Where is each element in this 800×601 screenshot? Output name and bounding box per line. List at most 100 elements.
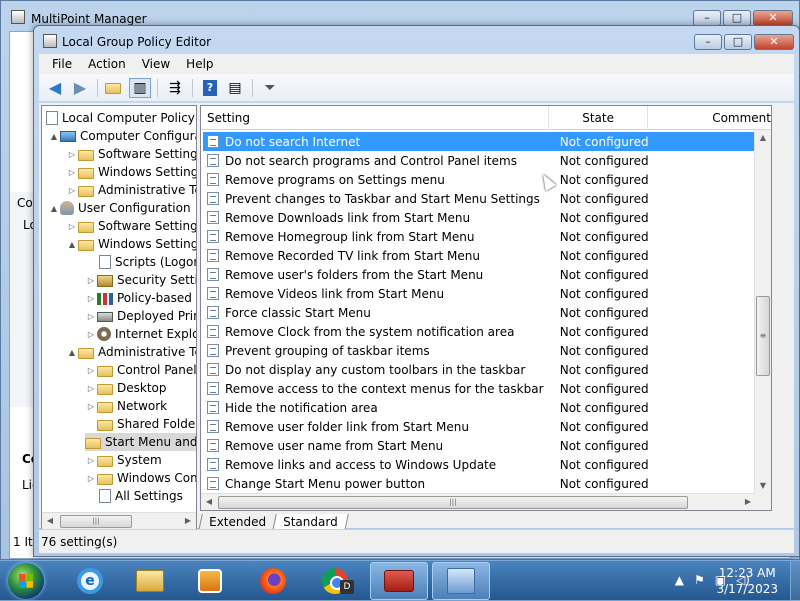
- chrome-icon[interactable]: D: [306, 562, 364, 600]
- export-list-icon[interactable]: ⇶: [164, 78, 186, 98]
- scroll-track[interactable]: |||: [217, 495, 740, 510]
- media-player-icon[interactable]: [181, 562, 239, 600]
- gpedit-titlebar[interactable]: Local Group Policy Editor – □ ✕: [34, 26, 799, 54]
- expand-arrow-icon[interactable]: ▷: [66, 168, 78, 177]
- internet-explorer-icon[interactable]: e: [61, 562, 119, 600]
- maximize-button[interactable]: □: [724, 34, 752, 50]
- tree-item-system[interactable]: ▷ System: [85, 451, 162, 469]
- scroll-up-arrow-icon[interactable]: ▲: [755, 130, 771, 146]
- table-row[interactable]: Do not display any custom toolbars in th…: [203, 360, 771, 379]
- tree-item-policy-based-qos[interactable]: ▷ Policy-based QoS: [85, 289, 196, 307]
- network-admin-icon[interactable]: [432, 562, 490, 600]
- clock[interactable]: 12:23 AM 3/17/2023: [716, 565, 778, 597]
- collapse-arrow-icon[interactable]: ▲: [66, 240, 78, 249]
- bg-close-button[interactable]: ✕: [753, 10, 793, 26]
- expand-arrow-icon[interactable]: ▷: [85, 402, 97, 411]
- column-header-comment[interactable]: Comment: [648, 106, 771, 130]
- expand-arrow-icon[interactable]: ▷: [85, 294, 97, 303]
- tree-item-scripts[interactable]: Scripts (Logon/Logoff): [85, 253, 196, 271]
- tree-item-deployed-printers[interactable]: ▷ Deployed Printers: [85, 307, 196, 325]
- table-row[interactable]: Remove programs on Settings menu Not conf…: [203, 170, 771, 189]
- column-header-setting[interactable]: Setting: [201, 106, 549, 130]
- firefox-icon[interactable]: [244, 562, 302, 600]
- expand-arrow-icon[interactable]: ▷: [85, 276, 97, 285]
- table-row[interactable]: Remove access to the context menus for t…: [203, 379, 771, 398]
- settings-list-pane[interactable]: Setting State Comment Do not search Inte…: [200, 105, 772, 511]
- table-row[interactable]: Do not search programs and Control Panel…: [203, 151, 771, 170]
- tree-item-local-computer-policy[interactable]: Local Computer Policy: [44, 109, 195, 127]
- table-row[interactable]: Remove user folder link from Start Menu N…: [203, 417, 771, 436]
- scroll-thumb[interactable]: |||: [218, 495, 688, 509]
- tree-item-windows-components[interactable]: ▷ Windows Components: [85, 469, 196, 487]
- table-row[interactable]: Change Start Menu power button Not config…: [203, 474, 771, 493]
- tree-item-administrative-templates[interactable]: ▷ Administrative Templates: [66, 181, 196, 199]
- tree-item-computer-configuration[interactable]: ▲ Computer Configuration: [48, 127, 196, 145]
- tree-item-start-menu-and-taskbar[interactable]: Start Menu and Taskbar: [85, 433, 196, 451]
- file-explorer-icon[interactable]: [121, 562, 179, 600]
- start-button[interactable]: [8, 563, 44, 599]
- tree-item-windows-settings[interactable]: ▷ Windows Settings: [66, 163, 196, 181]
- help-icon[interactable]: ?: [199, 78, 221, 98]
- table-row[interactable]: Force classic Start MenuNot configuredNo: [203, 303, 771, 322]
- close-button[interactable]: ✕: [754, 34, 794, 50]
- expand-arrow-icon[interactable]: ▷: [85, 456, 97, 465]
- collapse-arrow-icon[interactable]: ▲: [66, 348, 78, 357]
- menu-action[interactable]: Action: [80, 57, 134, 71]
- tree-item-user-windows-settings[interactable]: ▲ Windows Settings: [66, 235, 196, 253]
- show-desktop-button[interactable]: [790, 561, 800, 601]
- table-row[interactable]: Remove Videos link from Start Menu Not co…: [203, 284, 771, 303]
- bg-maximize-button[interactable]: □: [723, 10, 751, 26]
- collapse-arrow-icon[interactable]: ▲: [48, 132, 60, 141]
- scroll-left-arrow-icon[interactable]: ◀: [42, 513, 58, 529]
- menu-view[interactable]: View: [134, 57, 178, 71]
- list-horizontal-scrollbar[interactable]: ◀ ||| ▶: [201, 493, 756, 510]
- expand-arrow-icon[interactable]: ▷: [85, 474, 97, 483]
- menu-file[interactable]: File: [44, 57, 80, 71]
- bg-minimize-button[interactable]: –: [693, 10, 721, 26]
- tree-item-control-panel[interactable]: ▷ Control Panel: [85, 361, 196, 379]
- tree-item-network[interactable]: ▷ Network: [85, 397, 167, 415]
- filter-icon[interactable]: ⏷: [259, 78, 281, 98]
- properties-icon[interactable]: ▤: [224, 78, 246, 98]
- collapse-arrow-icon[interactable]: ▲: [48, 204, 60, 213]
- tree-horizontal-scrollbar[interactable]: ◀ ||| ▶: [42, 512, 196, 529]
- expand-arrow-icon[interactable]: ▷: [85, 366, 97, 375]
- scroll-right-arrow-icon[interactable]: ▶: [180, 513, 196, 529]
- tree-item-software-settings[interactable]: ▷ Software Settings: [66, 145, 196, 163]
- table-row[interactable]: Remove Downloads link from Start Menu Not…: [203, 208, 771, 227]
- expand-arrow-icon[interactable]: ▷: [85, 330, 97, 339]
- forward-arrow-icon[interactable]: ▶: [69, 78, 91, 98]
- table-row[interactable]: Prevent grouping of taskbar items Not con…: [203, 341, 771, 360]
- tree-item-user-software-settings[interactable]: ▷ Software Settings: [66, 217, 196, 235]
- show-hidden-icons-icon[interactable]: ▲: [675, 573, 684, 587]
- table-row[interactable]: Remove user's folders from the Start Men…: [203, 265, 771, 284]
- scroll-thumb[interactable]: ≡: [756, 296, 770, 376]
- scroll-left-arrow-icon[interactable]: ◀: [201, 494, 217, 510]
- table-row[interactable]: Do not search InternetNot configuredNo: [203, 132, 771, 151]
- scroll-thumb[interactable]: |||: [60, 514, 132, 528]
- tree-item-user-administrative-templates[interactable]: ▲ Administrative Templates: [66, 343, 196, 361]
- scroll-track[interactable]: |||: [58, 514, 180, 529]
- expand-arrow-icon[interactable]: ▷: [66, 150, 78, 159]
- show-hide-tree-icon[interactable]: ▥: [129, 77, 151, 98]
- toolbox-icon[interactable]: [370, 562, 428, 600]
- tree-item-user-configuration[interactable]: ▲ User Configuration: [48, 199, 191, 217]
- table-row[interactable]: Remove Recorded TV link from Start Menu N…: [203, 246, 771, 265]
- expand-arrow-icon[interactable]: ▷: [85, 312, 97, 321]
- table-row[interactable]: Remove user name from Start Menu Not conf…: [203, 436, 771, 455]
- table-row[interactable]: Remove links and access to Windows Updat…: [203, 455, 771, 474]
- action-center-flag-icon[interactable]: ⚑: [694, 573, 705, 587]
- tree-item-shared-folders[interactable]: Shared Folders: [85, 415, 196, 433]
- menu-help[interactable]: Help: [178, 57, 221, 71]
- scroll-down-arrow-icon[interactable]: ▼: [755, 478, 771, 494]
- minimize-button[interactable]: –: [694, 34, 722, 50]
- tree-pane[interactable]: Local Computer Policy ▲ Computer Configu…: [41, 105, 197, 530]
- back-arrow-icon[interactable]: ◀: [44, 78, 66, 98]
- up-folder-icon[interactable]: [104, 78, 126, 98]
- table-row[interactable]: Prevent changes to Taskbar and Start Men…: [203, 189, 771, 208]
- tree-item-all-settings[interactable]: All Settings: [85, 487, 183, 505]
- tree-item-internet-explorer-maintenance[interactable]: ▷ Internet Explorer Maintenance: [85, 325, 196, 343]
- column-header-state[interactable]: State: [549, 106, 649, 130]
- tree-item-desktop[interactable]: ▷ Desktop: [85, 379, 167, 397]
- expand-arrow-icon[interactable]: ▷: [66, 222, 78, 231]
